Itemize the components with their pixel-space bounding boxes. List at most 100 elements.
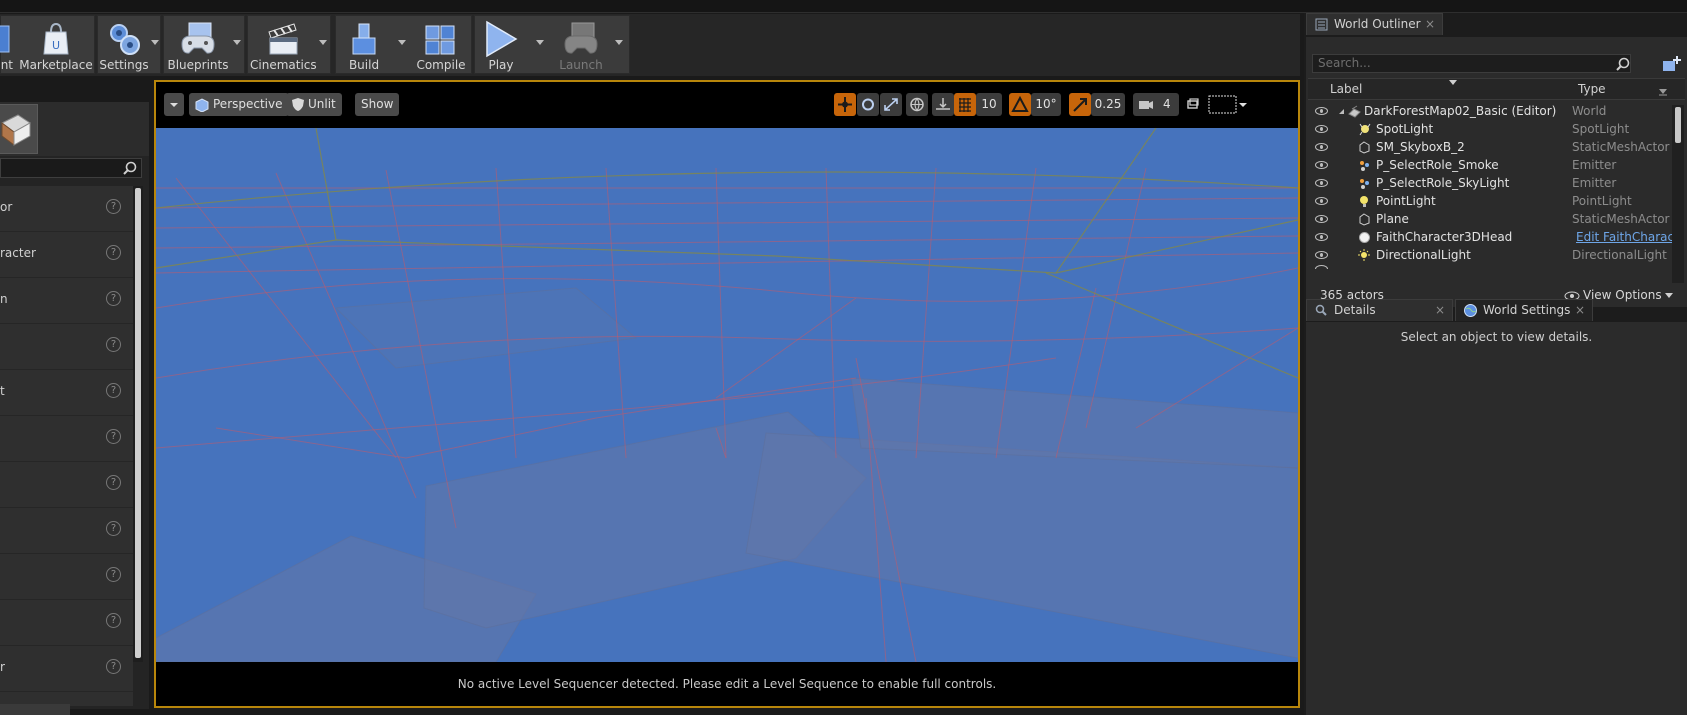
tab-world-settings[interactable]: World Settings × [1455, 299, 1593, 321]
outliner-scrollbar[interactable] [1672, 105, 1684, 283]
camera-speed-button[interactable]: 4 [1133, 93, 1179, 116]
viewport-scene[interactable] [156, 128, 1298, 662]
list-item[interactable]: t? [0, 370, 133, 416]
type-column-header[interactable]: Type [1578, 82, 1606, 96]
main-toolbar: nt U Marketplace Settings Blueprints Cin… [0, 14, 1300, 76]
settings-button[interactable]: Settings [98, 16, 150, 74]
play-dropdown-caret[interactable] [536, 40, 544, 45]
help-icon[interactable]: ? [106, 521, 121, 536]
grid-snap-value[interactable]: 10 [976, 93, 1002, 116]
rotation-snap-value[interactable]: 10° [1031, 93, 1061, 116]
launch-button[interactable]: Launch [551, 16, 611, 74]
help-icon[interactable]: ? [106, 567, 121, 582]
compile-button[interactable]: Compile [412, 16, 470, 74]
list-item[interactable]: ? [0, 508, 133, 554]
help-icon[interactable]: ? [106, 291, 121, 306]
list-item[interactable]: ? [0, 554, 133, 600]
level-viewport[interactable]: Perspective Unlit Show 10 10° 0.25 4 No … [154, 80, 1300, 708]
visibility-eye-icon[interactable] [1315, 107, 1328, 115]
list-item[interactable]: ? [0, 462, 133, 508]
modes-search-input[interactable] [0, 158, 142, 178]
list-item[interactable]: ? [0, 324, 133, 370]
perspective-button[interactable]: Perspective [189, 93, 289, 116]
launch-dropdown-caret[interactable] [615, 40, 623, 45]
scrollbar-thumb[interactable] [135, 188, 141, 658]
layout-options-button[interactable] [1207, 93, 1247, 116]
label-column-header[interactable]: Label [1330, 82, 1362, 96]
outliner-row[interactable]: DarkForestMap02_Basic (Editor) World [1308, 103, 1669, 121]
close-icon[interactable]: × [1425, 14, 1435, 35]
visibility-eye-icon[interactable] [1315, 179, 1328, 187]
outliner-add-folder-button[interactable] [1661, 54, 1683, 74]
modes-scrollbar[interactable] [133, 186, 143, 662]
help-icon[interactable]: ? [106, 613, 121, 628]
help-icon[interactable]: ? [106, 383, 121, 398]
scrollbar-thumb[interactable] [1675, 107, 1681, 143]
marketplace-button[interactable]: U Marketplace [19, 16, 93, 74]
visibility-eye-icon[interactable] [1315, 215, 1328, 223]
outliner-row[interactable]: FaithCharacter3DHead Edit FaithCharac [1308, 229, 1674, 247]
scale-mode-button[interactable] [880, 93, 902, 116]
scale-snap-value[interactable]: 0.25 [1091, 93, 1125, 116]
maximize-viewport-icon[interactable] [1185, 96, 1201, 112]
static-mesh-icon [1359, 213, 1370, 226]
collapse-arrow-icon[interactable] [1338, 108, 1345, 115]
outliner-row[interactable]: P_SelectRole_Smoke Emitter [1308, 157, 1669, 175]
content-button[interactable]: nt [0, 16, 15, 74]
outliner-search-input[interactable]: Search... [1312, 54, 1631, 73]
list-item[interactable]: or? [0, 186, 133, 232]
list-item[interactable]: ? [0, 600, 133, 646]
details-empty-message: Select an object to view details. [1400, 330, 1593, 344]
surface-snap-button[interactable] [932, 93, 954, 116]
visibility-eye-icon[interactable] [1315, 233, 1328, 241]
list-item[interactable]: racter? [0, 232, 133, 278]
tab-details[interactable]: Details × [1306, 299, 1453, 321]
grid-snap-toggle[interactable] [954, 93, 976, 116]
help-icon[interactable]: ? [106, 337, 121, 352]
build-button[interactable]: Build [336, 16, 392, 74]
visibility-eye-icon[interactable] [1315, 125, 1328, 133]
outliner-row[interactable]: SM_SkyboxB_2 StaticMeshActor [1308, 139, 1669, 157]
visibility-eye-icon[interactable] [1315, 161, 1328, 169]
help-icon[interactable]: ? [106, 475, 121, 490]
outliner-row[interactable]: Plane StaticMeshActor [1308, 211, 1669, 229]
perspective-cube-icon [195, 98, 209, 112]
scale-snap-toggle[interactable] [1069, 93, 1091, 116]
world-local-toggle[interactable] [906, 93, 928, 116]
world-outliner-panel: Search... Label Type DarkForestMap02_Bas… [1306, 37, 1687, 307]
show-button[interactable]: Show [355, 93, 400, 116]
play-button[interactable]: Play [475, 16, 527, 74]
list-item[interactable]: n? [0, 278, 133, 324]
close-icon[interactable]: × [1435, 300, 1445, 321]
list-item[interactable]: r? [0, 646, 133, 692]
cinematics-button[interactable]: Cinematics [250, 16, 317, 74]
list-item[interactable]: ? [0, 416, 133, 462]
blueprints-button[interactable]: Blueprints [166, 16, 230, 74]
outliner-row[interactable]: P_SelectRole_SkyLight Emitter [1308, 175, 1669, 193]
unlit-button[interactable]: Unlit [286, 93, 342, 116]
cinematics-dropdown-caret[interactable] [319, 40, 327, 45]
help-icon[interactable]: ? [106, 659, 121, 674]
settings-dropdown-caret[interactable] [151, 40, 159, 45]
viewport-options-button[interactable] [164, 93, 184, 116]
chevron-down-icon[interactable] [1658, 88, 1668, 96]
build-dropdown-caret[interactable] [398, 40, 406, 45]
outliner-row[interactable]: SpotLight SpotLight [1308, 121, 1669, 139]
blueprints-dropdown-caret[interactable] [233, 40, 241, 45]
help-icon[interactable]: ? [106, 429, 121, 444]
rotation-snap-toggle[interactable] [1009, 93, 1031, 116]
outliner-row[interactable]: PointLight PointLight [1308, 193, 1669, 211]
rotate-mode-button[interactable] [857, 93, 879, 116]
edit-blueprint-link[interactable]: Edit FaithCharac [1576, 230, 1674, 244]
visibility-eye-icon[interactable] [1315, 251, 1328, 259]
close-icon[interactable]: × [1575, 300, 1585, 321]
mode-geometry-button[interactable] [0, 104, 38, 154]
visibility-eye-icon[interactable] [1315, 143, 1328, 151]
help-icon[interactable]: ? [106, 199, 121, 214]
toolbar-group-build: Build Compile [335, 15, 472, 74]
translate-mode-button[interactable] [834, 93, 856, 116]
help-icon[interactable]: ? [106, 245, 121, 260]
visibility-eye-icon[interactable] [1315, 197, 1328, 205]
outliner-row[interactable]: DirectionalLight DirectionalLight [1308, 247, 1669, 265]
tab-world-outliner[interactable]: World Outliner × [1306, 13, 1443, 35]
